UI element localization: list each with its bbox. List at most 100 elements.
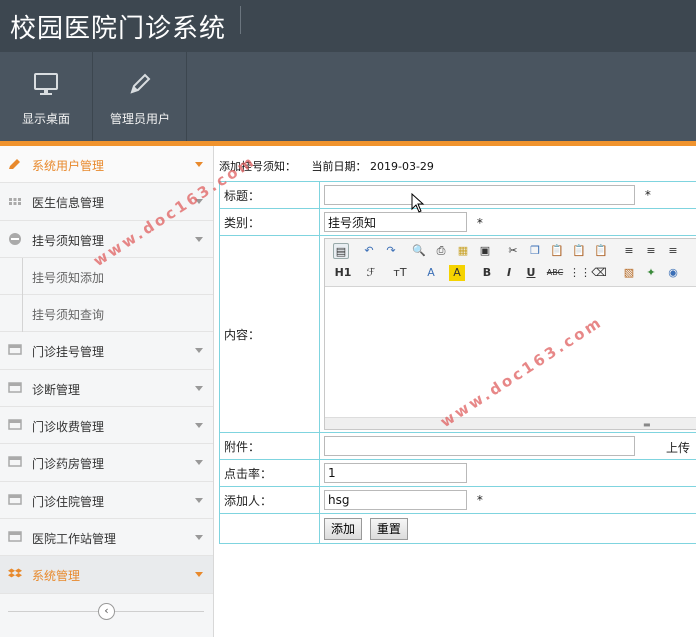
clicks-cell — [319, 459, 696, 487]
undo-icon[interactable]: ↶ — [361, 243, 377, 259]
window-icon — [8, 493, 22, 505]
sidebar-item-label: 系统管理 — [32, 569, 81, 584]
dropbox-icon — [8, 568, 22, 578]
title-cell: * — [319, 181, 696, 209]
italic-icon[interactable]: I — [501, 265, 517, 281]
sidebar-item-outpatient-registration[interactable]: 门诊挂号管理 — [0, 332, 213, 370]
title-divider — [240, 6, 241, 34]
main-content: 添加挂号须知： 当前日期： 2019-03-29 标题： * 类别： * 内容： — [215, 146, 696, 637]
sidebar-item-label: 医生信息管理 — [32, 196, 105, 211]
template-icon[interactable]: ▦ — [455, 243, 471, 259]
heading-icon[interactable]: H1 — [331, 265, 355, 281]
show-desktop-button[interactable]: 显示桌面 — [0, 52, 93, 141]
media-icon[interactable]: ◉ — [665, 265, 681, 281]
caret-down-icon — [195, 497, 203, 503]
required-mark: * — [644, 188, 651, 202]
submit-button[interactable]: 添加 — [324, 517, 363, 540]
main-toolbar: 显示桌面 管理员用户 — [0, 52, 696, 141]
content-label: 内容： — [219, 235, 320, 433]
empty-label — [219, 513, 320, 544]
caret-down-icon — [195, 460, 203, 466]
grid-icon — [9, 198, 21, 206]
sidebar-item-label: 门诊药房管理 — [32, 457, 105, 472]
redo-icon[interactable]: ↷ — [383, 243, 399, 259]
attachment-cell: 上传 — [319, 432, 696, 460]
sidebar-item-label: 门诊挂号管理 — [32, 345, 105, 360]
upload-link[interactable]: 上传 — [666, 439, 690, 456]
sidebar: 系统用户管理 医生信息管理 挂号须知管理 挂号须知添加 挂号须知查询 门诊挂号管… — [0, 146, 214, 637]
adder-input[interactable] — [324, 490, 467, 510]
required-mark: * — [476, 215, 483, 230]
editor-resize-bar[interactable]: ▬ — [325, 417, 696, 429]
title-input[interactable] — [324, 185, 635, 205]
adder-label: 添加人： — [219, 486, 320, 514]
line-height-icon[interactable]: ⋮⋮ — [569, 265, 591, 281]
paste-icon[interactable]: 📋 — [549, 243, 565, 259]
sidebar-item-inpatient[interactable]: 门诊住院管理 — [0, 482, 213, 519]
sidebar-item-outpatient-billing[interactable]: 门诊收费管理 — [0, 407, 213, 445]
attachment-label: 附件： — [219, 432, 320, 460]
sidebar-item-outpatient-pharmacy[interactable]: 门诊药房管理 — [0, 444, 213, 482]
actions-cell: 添加 重置 — [319, 513, 696, 544]
image-icon[interactable]: ▧ — [621, 265, 637, 281]
underline-icon[interactable]: U — [523, 265, 539, 281]
print-icon[interactable]: ⎙ — [433, 243, 449, 259]
monitor-icon — [34, 73, 58, 95]
sidebar-item-system-users[interactable]: 系统用户管理 — [0, 146, 213, 184]
window-icon — [8, 344, 22, 356]
current-date: 2019-03-29 — [370, 160, 434, 173]
resize-grip-icon[interactable]: ▬ — [643, 420, 651, 429]
cut-icon[interactable]: ✂ — [505, 243, 521, 259]
caret-down-icon — [195, 572, 203, 578]
code-icon[interactable]: ▣ — [477, 243, 493, 259]
required-mark: * — [476, 493, 483, 507]
highlight-icon[interactable]: A — [449, 265, 465, 281]
sidebar-item-diagnosis[interactable]: 诊断管理 — [0, 370, 213, 408]
pencil-icon — [9, 159, 20, 169]
editor-toolbar: ▤ ↶ ↷ 🔍 ⎙ ▦ ▣ ✂ ❐ 📋 📋 📋 ≡ ≡ ≡ H1 ℱ тT A … — [325, 239, 696, 287]
category-label: 类别： — [219, 208, 320, 236]
app-title: 校园医院门诊系统 — [10, 14, 227, 44]
admin-user-label: 管理员用户 — [109, 112, 170, 126]
bold-icon[interactable]: B — [479, 265, 495, 281]
paste-text-icon[interactable]: 📋 — [571, 243, 587, 259]
category-input[interactable] — [324, 212, 467, 232]
content-cell: ▤ ↶ ↷ 🔍 ⎙ ▦ ▣ ✂ ❐ 📋 📋 📋 ≡ ≡ ≡ H1 ℱ тT A … — [319, 235, 696, 433]
window-icon — [8, 382, 22, 393]
flash-icon[interactable]: ✦ — [643, 265, 659, 281]
title-bar: 校园医院门诊系统 — [0, 0, 696, 52]
show-desktop-label: 显示桌面 — [21, 112, 70, 126]
attachment-input[interactable] — [324, 436, 635, 456]
caret-down-icon — [195, 348, 203, 354]
caret-down-icon — [195, 236, 203, 242]
align-right-icon[interactable]: ≡ — [665, 243, 681, 259]
paste-word-icon[interactable]: 📋 — [593, 243, 609, 259]
clicks-input[interactable] — [324, 463, 467, 483]
category-cell: * — [319, 208, 696, 236]
font-size-icon[interactable]: тT — [389, 265, 411, 281]
caret-down-icon — [195, 385, 203, 391]
sidebar-item-workstation[interactable]: 医院工作站管理 — [0, 519, 213, 557]
reset-button[interactable]: 重置 — [369, 517, 408, 540]
strikethrough-icon[interactable]: ABC — [545, 265, 565, 281]
sidebar-item-system-admin[interactable]: 系统管理 — [0, 556, 213, 594]
sidebar-item-label: 门诊住院管理 — [32, 494, 105, 509]
window-icon — [8, 456, 22, 468]
sidebar-subitem-label: 挂号须知查询 — [32, 308, 105, 323]
window-icon — [8, 531, 22, 542]
sidebar-collapse-row: ‹ — [0, 601, 214, 629]
copy-icon[interactable]: ❐ — [527, 243, 543, 259]
clicks-label: 点击率： — [219, 459, 320, 487]
preview-icon[interactable]: 🔍 — [411, 243, 427, 259]
admin-user-button[interactable]: 管理员用户 — [94, 52, 187, 141]
align-left-icon[interactable]: ≡ — [621, 243, 637, 259]
remove-format-icon[interactable]: ⌫ — [591, 265, 607, 281]
sidebar-subitem-notice-query[interactable]: 挂号须知查询 — [0, 295, 213, 333]
font-family-icon[interactable]: ℱ — [361, 265, 381, 281]
font-color-icon[interactable]: A — [423, 265, 439, 281]
align-center-icon[interactable]: ≡ — [643, 243, 659, 259]
chevron-left-icon[interactable]: ‹ — [98, 603, 115, 620]
date-label: 当前日期： — [311, 160, 367, 173]
source-icon[interactable]: ▤ — [333, 243, 349, 259]
caret-down-icon — [195, 162, 203, 167]
